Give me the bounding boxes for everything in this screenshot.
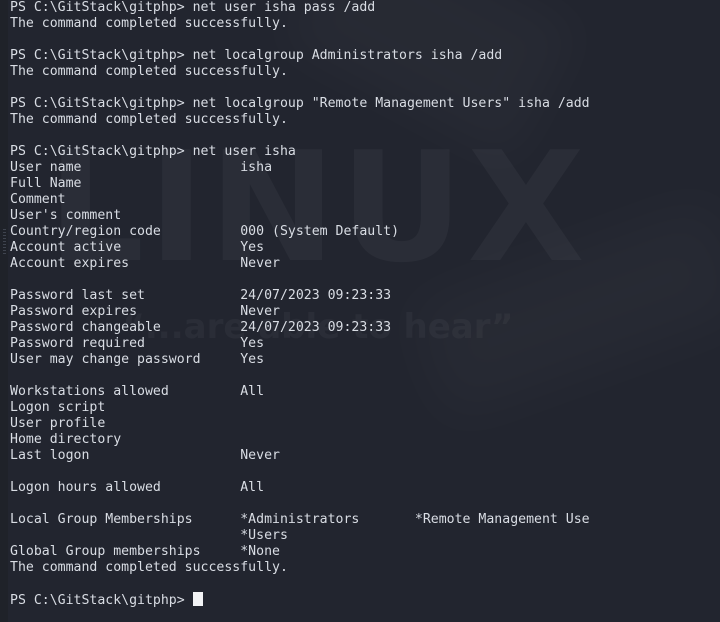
terminal-left-gutter: [0, 0, 8, 622]
terminal-line: PS C:\GitStack\gitphp> net localgroup Ad…: [10, 48, 503, 63]
terminal-line: Password expires Never: [10, 304, 280, 319]
text-cursor[interactable]: [192, 592, 203, 606]
terminal-prompt-line[interactable]: PS C:\GitStack\gitphp>: [10, 592, 720, 608]
terminal-line: Password changeable 24/07/2023 09:23:33: [10, 320, 392, 335]
terminal-line: PS C:\GitStack\gitphp> net localgroup "R…: [10, 96, 590, 111]
powershell-terminal-window[interactable]: LINUX “...are able to hear” PS C:\GitSta…: [0, 0, 720, 622]
terminal-line: Local Group Memberships *Administrators …: [10, 512, 590, 527]
terminal-line: Last logon Never: [10, 448, 280, 463]
terminal-line: User may change password Yes: [10, 352, 265, 367]
terminal-line: User profile: [10, 416, 106, 431]
terminal-line: The command completed successfully.: [10, 64, 288, 79]
terminal-line: Global Group memberships *None: [10, 544, 280, 559]
terminal-line: Workstations allowed All: [10, 384, 265, 399]
terminal-line: Account active Yes: [10, 240, 265, 255]
terminal-line: PS C:\GitStack\gitphp> net user isha: [10, 144, 296, 159]
terminal-line: Comment: [10, 192, 66, 207]
terminal-output-buffer[interactable]: PS C:\GitStack\gitphp> net user isha pas…: [10, 0, 720, 622]
prompt-text: PS C:\GitStack\gitphp>: [10, 593, 193, 608]
terminal-line: User name isha: [10, 160, 273, 175]
terminal-line: The command completed successfully.: [10, 560, 288, 575]
terminal-line: PS C:\GitStack\gitphp> net user isha pas…: [10, 0, 376, 15]
terminal-line: Account expires Never: [10, 256, 280, 271]
terminal-line: Logon script: [10, 400, 106, 415]
terminal-line: Country/region code 000 (System Default): [10, 224, 400, 239]
terminal-line: Password required Yes: [10, 336, 265, 351]
terminal-line: Password last set 24/07/2023 09:23:33: [10, 288, 392, 303]
terminal-line: *Users: [10, 528, 288, 543]
terminal-line: The command completed successfully.: [10, 16, 288, 31]
terminal-line: Logon hours allowed All: [10, 480, 265, 495]
terminal-line: Home directory: [10, 432, 122, 447]
terminal-line: The command completed successfully.: [10, 112, 288, 127]
terminal-line: User's comment: [10, 208, 122, 223]
scrollbar-grip-marker[interactable]: [3, 229, 6, 256]
terminal-line: Full Name: [10, 176, 82, 191]
